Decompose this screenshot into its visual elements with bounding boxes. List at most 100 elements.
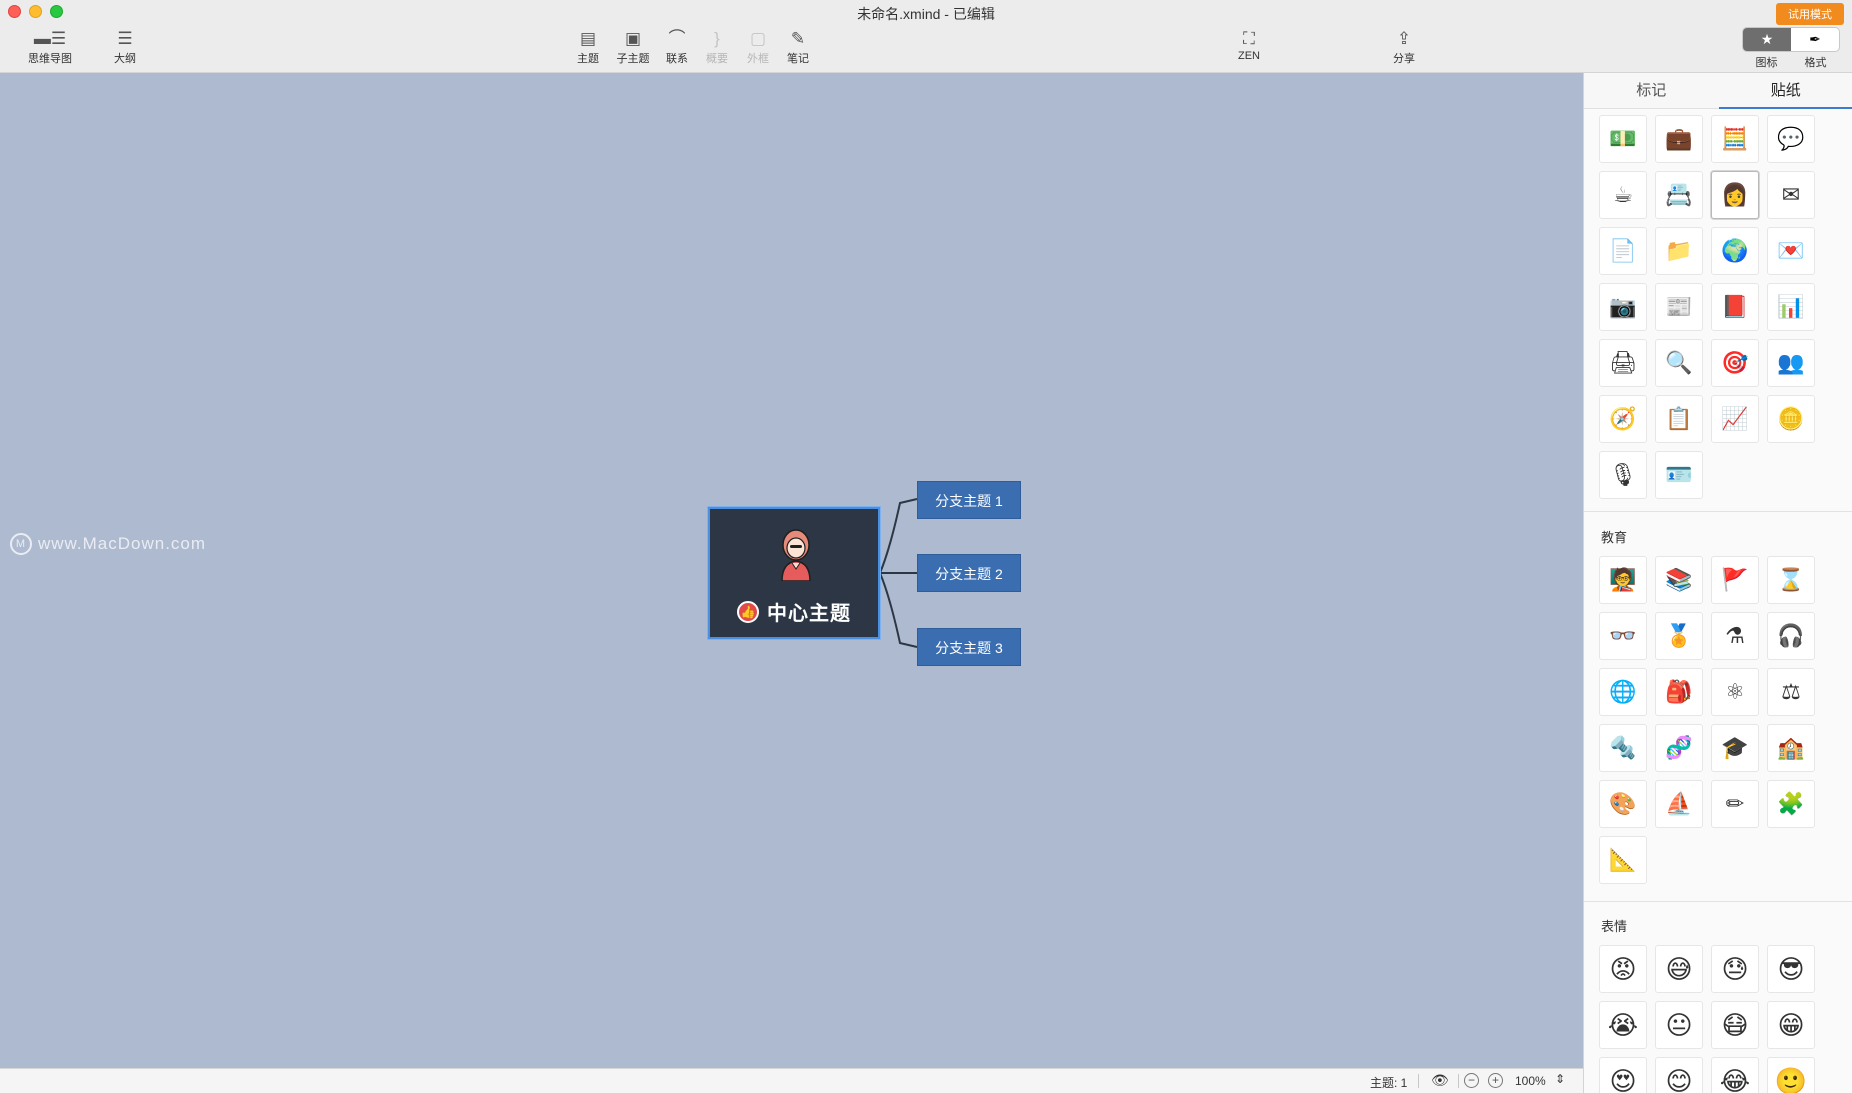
tab-markers[interactable]: 标记 — [1584, 73, 1719, 108]
notes-label: 笔记 — [787, 53, 809, 65]
money-sticker[interactable]: 💵 — [1599, 115, 1647, 163]
share-button[interactable]: ⇪ 分享 — [1374, 28, 1434, 66]
school-sticker[interactable]: 🏫 — [1767, 724, 1815, 772]
icons-label: 图标 — [1755, 57, 1778, 69]
newspaper-sticker[interactable]: 📰 — [1655, 283, 1703, 331]
headphones-sticker[interactable]: 🎧 — [1767, 612, 1815, 660]
folder-sticker[interactable]: 📁 — [1655, 227, 1703, 275]
crying-sticker[interactable]: 😭 — [1599, 1001, 1647, 1049]
calculator-sticker[interactable]: 🧮 — [1711, 115, 1759, 163]
branch-topic-1[interactable]: 分支主题 1 — [917, 481, 1021, 519]
document-search-sticker[interactable]: 📄 — [1599, 227, 1647, 275]
eye-icon[interactable]: 👁 — [1431, 1072, 1449, 1089]
presentation-sticker[interactable]: 📊 — [1767, 283, 1815, 331]
sunglasses-sticker[interactable]: 😎 — [1767, 945, 1815, 993]
globe-stand-sticker[interactable]: 🌐 — [1599, 668, 1647, 716]
trial-mode-button[interactable]: 试用模式 — [1776, 3, 1844, 25]
laughing-tears-sticker[interactable]: 😂 — [1711, 1057, 1759, 1093]
grin-sticker[interactable]: 😁 — [1767, 1001, 1815, 1049]
status-bar: 主题: 1 👁 − + 100% ⇕ — [0, 1068, 1583, 1093]
angry-face-sticker[interactable]: 😡 — [1599, 945, 1647, 993]
atom-sticker[interactable]: ⚛ — [1711, 668, 1759, 716]
icons-panel-button[interactable]: ★ — [1743, 28, 1791, 51]
envelope-sticker[interactable]: ✉ — [1767, 171, 1815, 219]
backpack-sticker[interactable]: 🎒 — [1655, 668, 1703, 716]
woman-avatar-sticker[interactable]: 👩 — [1711, 171, 1759, 219]
flag-sticker[interactable]: 🚩 — [1711, 556, 1759, 604]
central-topic[interactable]: 👍 中心主题 — [708, 507, 880, 639]
status-divider — [1458, 1074, 1459, 1088]
graduation-cap-sticker[interactable]: 🎓 — [1711, 724, 1759, 772]
glasses-sticker[interactable]: 👓 — [1599, 612, 1647, 660]
camera-sticker[interactable]: 📷 — [1599, 283, 1647, 331]
coins-sticker[interactable]: 🪙 — [1767, 395, 1815, 443]
zoom-level[interactable]: 100% — [1515, 1074, 1546, 1088]
blush-sticker[interactable]: 😊 — [1655, 1057, 1703, 1093]
chat-bubble-sticker[interactable]: 💬 — [1767, 115, 1815, 163]
heart-eyes-sticker[interactable]: 😍 — [1599, 1057, 1647, 1093]
tab-stickers[interactable]: 贴纸 — [1718, 73, 1852, 109]
mask-sticker[interactable]: 😷 — [1711, 1001, 1759, 1049]
puzzle-sticker[interactable]: 🧩 — [1767, 780, 1815, 828]
hourglass-sticker[interactable]: ⌛ — [1767, 556, 1815, 604]
target-sticker[interactable]: 🎯 — [1711, 339, 1759, 387]
zoom-stepper-icon[interactable]: ⇕ — [1555, 1072, 1565, 1086]
zoom-in-button[interactable]: + — [1488, 1073, 1503, 1088]
subtopic-label: 子主题 — [616, 53, 650, 65]
mindmap-canvas[interactable]: M www.MacDown.com 👍 中心主题 分支主题 1 分支主题 2 分… — [0, 73, 1583, 1068]
connector-branch-3 — [879, 572, 918, 648]
letter-sticker[interactable]: 💌 — [1767, 227, 1815, 275]
central-topic-row: 👍 中心主题 — [710, 597, 878, 626]
medal-sticker[interactable]: 🏅 — [1655, 612, 1703, 660]
star-icon: ★ — [1760, 31, 1774, 47]
scales-sticker[interactable]: ⚖ — [1767, 668, 1815, 716]
slight-smile-sticker[interactable]: 🙂 — [1767, 1057, 1815, 1093]
mindmap-icon: ▬☰ — [33, 29, 67, 48]
compass-sticker[interactable]: 🧭 — [1599, 395, 1647, 443]
globe-sticker[interactable]: 🌍 — [1711, 227, 1759, 275]
share-label: 分享 — [1393, 53, 1415, 65]
id-card-sticker[interactable]: 🪪 — [1655, 451, 1703, 499]
sad-sweat-sticker[interactable]: 😓 — [1711, 945, 1759, 993]
paper-boat-sticker[interactable]: ⛵ — [1655, 780, 1703, 828]
mindmap-view-button[interactable]: ▬☰ 思维导图 — [14, 28, 86, 80]
contact-card-sticker[interactable]: 📇 — [1655, 171, 1703, 219]
share-upload-icon: ⇪ — [1396, 29, 1412, 48]
summary-label: 概要 — [706, 53, 728, 65]
section-divider — [1584, 511, 1852, 512]
blackboard-sticker[interactable]: 🧑‍🏫 — [1599, 556, 1647, 604]
palette-sticker[interactable]: 🎨 — [1599, 780, 1647, 828]
checklist-sticker[interactable]: 📋 — [1655, 395, 1703, 443]
printer-sticker[interactable]: 🖨 — [1599, 339, 1647, 387]
connector-branch-1 — [879, 498, 918, 574]
dna-sticker[interactable]: 🧬 — [1655, 724, 1703, 772]
books-sticker[interactable]: 📚 — [1655, 556, 1703, 604]
business-sticker-grid: 💵 💼 🧮 💬 ☕ 📇 👩 ✉ 📄 📁 🌍 💌 📷 📰 📕 📊 🖨 🔍 🎯 👥 🧭 📋 📈 🪙 🎙 🪪 — [1599, 115, 1815, 499]
flask-sticker[interactable]: ⚗ — [1711, 612, 1759, 660]
book-sticker[interactable]: 📕 — [1711, 283, 1759, 331]
sweat-smile-sticker[interactable]: 😅 — [1655, 945, 1703, 993]
notes-button[interactable]: ✎ 笔记 — [768, 28, 828, 66]
zen-icon: ⛶ — [1243, 29, 1255, 48]
coffee-sticker[interactable]: ☕ — [1599, 171, 1647, 219]
zen-label: ZEN — [1238, 50, 1260, 62]
thumbs-up-icon: 👍 — [737, 600, 759, 623]
newtons-cradle-sticker[interactable]: 🔩 — [1599, 724, 1647, 772]
neutral-sticker[interactable]: 😐 — [1655, 1001, 1703, 1049]
microphone-sticker[interactable]: 🎙 — [1599, 451, 1647, 499]
outline-view-button[interactable]: ☰ 大纲 — [95, 28, 155, 66]
magnifier-sticker[interactable]: 🔍 — [1655, 339, 1703, 387]
ruler-pencil-sticker[interactable]: ✏ — [1711, 780, 1759, 828]
branch-topic-3[interactable]: 分支主题 3 — [917, 628, 1021, 666]
branch-topic-2[interactable]: 分支主题 2 — [917, 554, 1021, 592]
format-panel-button[interactable]: ✒ — [1791, 28, 1839, 51]
briefcase-sticker[interactable]: 💼 — [1655, 115, 1703, 163]
emotion-sticker-grid: 😡 😅 😓 😎 😭 😐 😷 😁 😍 😊 😂 🙂 — [1599, 945, 1815, 1093]
set-square-sticker[interactable]: 📐 — [1599, 836, 1647, 884]
zoom-out-button[interactable]: − — [1464, 1073, 1479, 1088]
xmind-window: 未命名.xmind - 已编辑 试用模式 ▬☰ 思维导图 ☰ 大纲 ▤ 主题 ▣… — [0, 0, 1852, 1093]
zen-mode-button[interactable]: ⛶ ZEN — [1219, 28, 1279, 62]
brush-icon: ✒ — [1809, 31, 1821, 47]
bar-chart-sticker[interactable]: 📈 — [1711, 395, 1759, 443]
team-sticker[interactable]: 👥 — [1767, 339, 1815, 387]
